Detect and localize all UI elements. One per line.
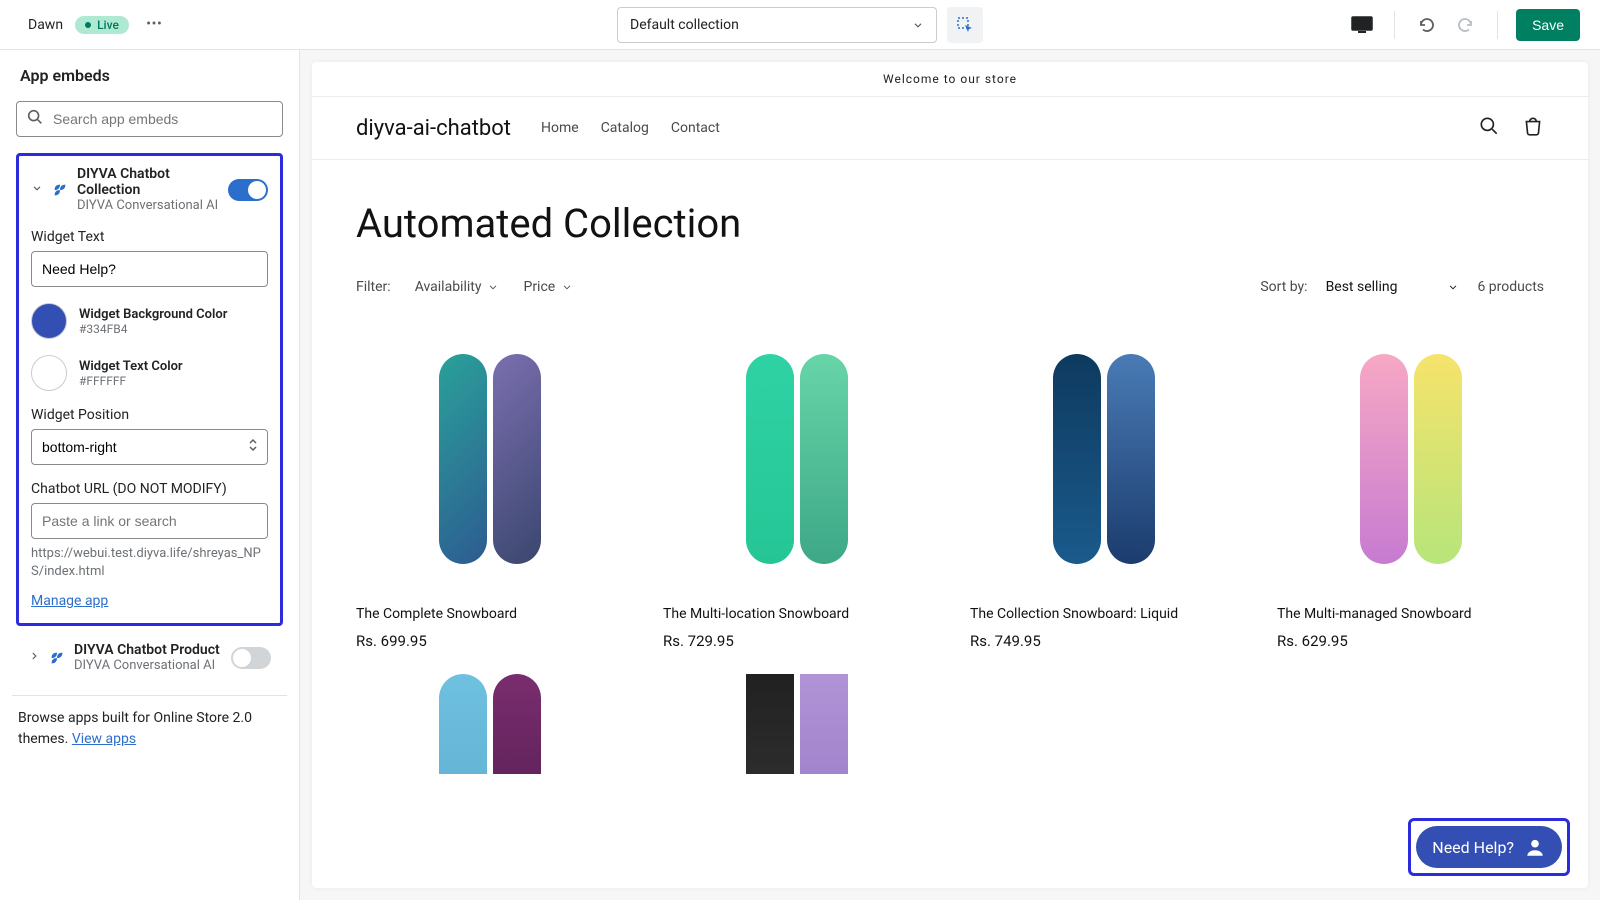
- view-apps-link[interactable]: View apps: [72, 731, 136, 747]
- embed-title: DIYVA Chatbot Product: [74, 642, 223, 658]
- nav-home[interactable]: Home: [541, 120, 579, 136]
- product-card[interactable]: The Multi-location Snowboard Rs. 729.95: [663, 325, 930, 650]
- chevron-down-icon: [487, 281, 499, 293]
- nav-contact[interactable]: Contact: [671, 120, 720, 136]
- embed-title: DIYVA Chatbot Collection: [77, 166, 220, 198]
- product-image: [356, 674, 623, 774]
- widget-bg-color-picker[interactable]: Widget Background Color #334FB4: [31, 303, 268, 339]
- collapse-toggle[interactable]: [31, 182, 43, 198]
- filter-availability[interactable]: Availability: [415, 279, 500, 295]
- widget-text-label: Widget Text: [31, 229, 268, 245]
- template-selector[interactable]: Default collection: [617, 7, 937, 43]
- product-card[interactable]: [663, 674, 930, 774]
- store-logo[interactable]: diyva-ai-chatbot: [356, 116, 511, 141]
- search-icon[interactable]: [1478, 115, 1500, 141]
- widget-text-input[interactable]: [31, 251, 268, 287]
- theme-preview: Welcome to our store diyva-ai-chatbot Ho…: [300, 50, 1600, 900]
- filter-price[interactable]: Price: [523, 279, 573, 295]
- product-name: The Collection Snowboard: Liquid: [970, 606, 1237, 622]
- inspector-button[interactable]: [947, 7, 983, 43]
- theme-status-badge: Live: [75, 16, 129, 34]
- chatbot-url-label: Chatbot URL (DO NOT MODIFY): [31, 481, 268, 497]
- settings-sidebar: App embeds DIYVA Chatbot Collection DIYV…: [0, 50, 300, 900]
- product-image: [663, 325, 930, 592]
- store-nav: Home Catalog Contact: [541, 120, 720, 136]
- desktop-viewport-button[interactable]: [1348, 14, 1376, 36]
- product-name: The Complete Snowboard: [356, 606, 623, 622]
- caret-down-icon: [912, 19, 924, 31]
- widget-position-label: Widget Position: [31, 407, 268, 423]
- product-image: [1277, 325, 1544, 592]
- filter-label: Filter:: [356, 279, 391, 295]
- product-name: The Multi-location Snowboard: [663, 606, 930, 622]
- bg-color-hex: #334FB4: [79, 322, 227, 336]
- sidebar-title: App embeds: [20, 66, 283, 85]
- browse-apps-text: Browse apps built for Online Store 2.0 t…: [16, 708, 283, 750]
- search-icon: [26, 108, 44, 130]
- app-embed-product: DIYVA Chatbot Product DIYVA Conversation…: [16, 636, 283, 679]
- expand-toggle[interactable]: [28, 650, 40, 666]
- product-card[interactable]: The Collection Snowboard: Liquid Rs. 749…: [970, 325, 1237, 650]
- widget-position-select[interactable]: bottom-right: [31, 429, 268, 465]
- widget-text-color-picker[interactable]: Widget Text Color #FFFFFF: [31, 355, 268, 391]
- undo-button[interactable]: [1413, 11, 1441, 39]
- chevron-down-icon: [561, 281, 573, 293]
- chevron-down-icon: [1447, 281, 1459, 293]
- product-card[interactable]: [356, 674, 623, 774]
- product-price: Rs. 729.95: [663, 632, 930, 650]
- embed-enable-toggle[interactable]: [228, 179, 268, 201]
- more-actions-button[interactable]: [141, 10, 167, 40]
- embed-subtitle: DIYVA Conversational AI: [77, 198, 220, 213]
- product-card[interactable]: The Multi-managed Snowboard Rs. 629.95: [1277, 325, 1544, 650]
- announcement-bar: Welcome to our store: [312, 62, 1588, 97]
- product-image: [663, 674, 930, 774]
- chat-widget-highlight: Need Help?: [1408, 818, 1570, 876]
- app-icon: [48, 649, 66, 667]
- redo-button: [1451, 11, 1479, 39]
- product-price: Rs. 699.95: [356, 632, 623, 650]
- product-price: Rs. 749.95: [970, 632, 1237, 650]
- color-swatch: [31, 355, 67, 391]
- product-image: [356, 325, 623, 592]
- theme-name: Dawn: [28, 17, 63, 33]
- nav-catalog[interactable]: Catalog: [601, 120, 649, 136]
- app-icon: [51, 181, 69, 199]
- chatbot-url-input[interactable]: [31, 503, 268, 539]
- sort-label: Sort by:: [1260, 279, 1307, 295]
- sort-select[interactable]: Best selling: [1326, 279, 1460, 295]
- collection-title: Automated Collection: [312, 160, 1588, 257]
- person-icon: [1524, 836, 1546, 858]
- product-name: The Multi-managed Snowboard: [1277, 606, 1544, 622]
- text-color-label: Widget Text Color: [79, 359, 183, 374]
- embed-enable-toggle[interactable]: [231, 647, 271, 669]
- manage-app-link[interactable]: Manage app: [31, 593, 108, 609]
- product-count: 6 products: [1477, 279, 1544, 295]
- cart-icon[interactable]: [1522, 115, 1544, 141]
- search-embeds-input[interactable]: [16, 101, 283, 137]
- bg-color-label: Widget Background Color: [79, 307, 227, 322]
- chat-widget-button[interactable]: Need Help?: [1416, 826, 1562, 868]
- save-button[interactable]: Save: [1516, 9, 1580, 41]
- product-price: Rs. 629.95: [1277, 632, 1544, 650]
- embed-subtitle: DIYVA Conversational AI: [74, 658, 223, 673]
- text-color-hex: #FFFFFF: [79, 374, 183, 388]
- product-card[interactable]: The Complete Snowboard Rs. 699.95: [356, 325, 623, 650]
- chatbot-url-display: https://webui.test.diyva.life/shreyas_NP…: [31, 545, 268, 581]
- product-image: [970, 325, 1237, 592]
- app-embed-collection: DIYVA Chatbot Collection DIYVA Conversat…: [16, 153, 283, 626]
- color-swatch: [31, 303, 67, 339]
